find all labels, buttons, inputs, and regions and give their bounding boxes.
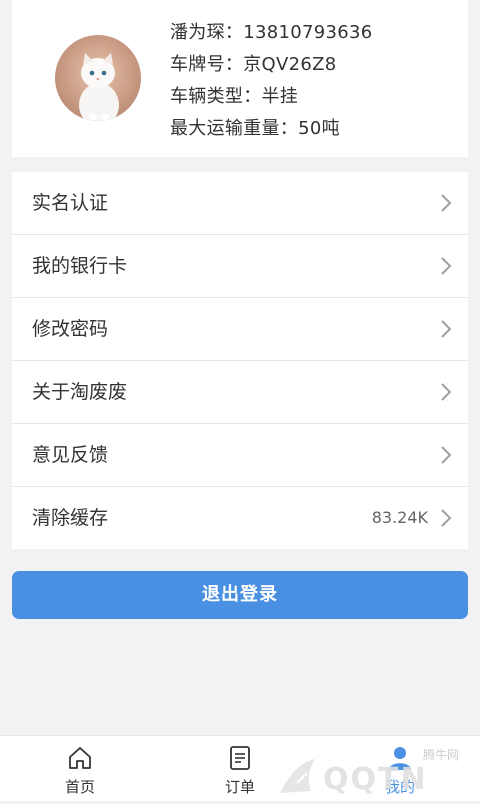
watermark-subtext: 腾牛网 <box>423 747 459 762</box>
menu-item-feedback[interactable]: 意见反馈 <box>12 424 468 487</box>
settings-menu: 实名认证 我的银行卡 修改密码 关于淘废废 意见反馈 清除缓存 83.24K <box>12 172 468 549</box>
menu-item-change-password[interactable]: 修改密码 <box>12 298 468 361</box>
cat-avatar-image <box>55 35 141 121</box>
cache-size: 83.24K <box>371 508 428 527</box>
chevron-right-icon <box>441 320 452 338</box>
chevron-right-icon <box>441 257 452 275</box>
menu-item-about[interactable]: 关于淘废废 <box>12 361 468 424</box>
home-icon <box>69 747 91 769</box>
logout-button[interactable]: 退出登录 <box>12 571 468 619</box>
chevron-right-icon <box>441 446 452 464</box>
menu-item-bank-card[interactable]: 我的银行卡 <box>12 235 468 298</box>
menu-item-label: 我的银行卡 <box>32 255 128 277</box>
chevron-right-icon <box>441 194 452 212</box>
tab-home-label: 首页 <box>64 778 95 796</box>
max-transport-weight: 最大运输重量：50吨 <box>170 118 340 139</box>
menu-item-clear-cache[interactable]: 清除缓存 83.24K <box>12 487 468 549</box>
license-plate: 车牌号：京QV26Z8 <box>170 54 337 75</box>
menu-item-label: 关于淘废废 <box>32 381 128 403</box>
menu-item-label: 修改密码 <box>32 318 109 340</box>
avatar[interactable] <box>55 35 141 121</box>
menu-item-label: 实名认证 <box>32 192 109 214</box>
driver-name-phone: 潘为琛：13810793636 <box>170 22 373 43</box>
menu-item-real-name-auth[interactable]: 实名认证 <box>12 172 468 235</box>
chevron-right-icon <box>441 383 452 401</box>
profile-card: 潘为琛：13810793636 车牌号：京QV26Z8 车辆类型：半挂 最大运输… <box>12 0 468 157</box>
driver-info: 潘为琛：13810793636 车牌号：京QV26Z8 车辆类型：半挂 最大运输… <box>170 17 372 145</box>
watermark-logo: QQTN 腾牛网 <box>275 745 475 800</box>
tab-home[interactable]: 首页 <box>20 736 140 801</box>
menu-item-label: 意见反馈 <box>32 444 109 466</box>
document-icon <box>230 746 250 770</box>
qqtn-watermark-icon: QQTN 腾牛网 <box>280 747 459 797</box>
menu-item-label: 清除缓存 <box>32 507 109 529</box>
watermark-text: QQTN <box>323 762 428 797</box>
vehicle-type: 车辆类型：半挂 <box>170 86 299 107</box>
chevron-right-icon <box>441 509 452 527</box>
